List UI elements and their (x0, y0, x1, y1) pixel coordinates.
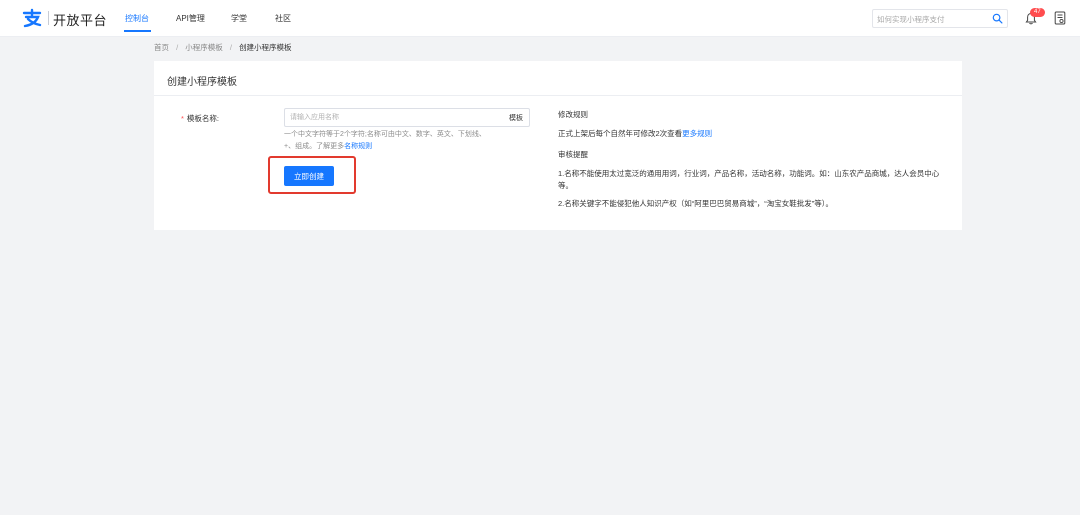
modify-rules-heading: 修改规则 (558, 110, 588, 119)
brand-title[interactable]: 开放平台 (53, 10, 107, 29)
rules-panel: 修改规则 正式上架后每个自然年可修改2次查看更多规则 审核提醒 1.名称不能使用… (558, 109, 948, 208)
alipay-logo-icon[interactable] (22, 8, 42, 28)
template-name-label-text: 模板名称: (186, 114, 220, 123)
breadcrumb-current: 创建小程序模板 (239, 43, 292, 52)
nav-console[interactable]: 控制台 (125, 13, 149, 24)
template-name-label: * 模板名称: (181, 113, 219, 124)
breadcrumb-templates[interactable]: 小程序模板 (185, 43, 223, 52)
help-line-1: 一个中文字符等于2个字符;名称可由中文、数字、英文、下划线、 (284, 131, 486, 138)
template-name-input[interactable] (290, 111, 490, 124)
template-name-field: 模板 (284, 108, 530, 127)
breadcrumb-home[interactable]: 首页 (154, 43, 169, 52)
nav-active-indicator (124, 30, 151, 32)
review-rule-2: 2.名称关键字不能侵犯他人知识产权（如“阿里巴巴贸易商城”，“淘宝女鞋批发”等）… (558, 199, 833, 208)
review-reminder-block: 审核提醒 1.名称不能使用太过宽泛的通用用词，行业词，产品名称，活动名称，功能词… (558, 149, 948, 216)
name-help-text: 一个中文字符等于2个字符;名称可由中文、数字、英文、下划线、 +、组成。了解更多… (284, 129, 524, 153)
required-mark: * (181, 114, 184, 123)
modify-rules-text: 正式上架后每个自然年可修改2次查看更多规则 (558, 128, 948, 140)
review-rule-1: 1.名称不能使用太过宽泛的通用用词，行业词，产品名称，活动名称，功能词。如：山东… (558, 169, 940, 190)
more-rules-link[interactable]: 更多规则 (682, 129, 712, 138)
search-icon[interactable] (992, 13, 1003, 24)
breadcrumb: 首页 / 小程序模板 / 创建小程序模板 (154, 42, 297, 53)
card-divider (154, 95, 962, 96)
help-line-2: +、组成。了解更多名称规则 (284, 141, 524, 153)
nav-community[interactable]: 社区 (275, 13, 291, 24)
nav-academy[interactable]: 学堂 (231, 13, 247, 24)
page-title: 创建小程序模板 (167, 77, 237, 88)
notification-badge: 47 (1030, 8, 1045, 17)
create-now-button[interactable]: 立即创建 (284, 166, 334, 186)
document-icon[interactable] (1054, 11, 1066, 25)
template-name-suffix: 模板 (509, 115, 523, 122)
top-navigation-bar: 开放平台 控制台 API管理 学堂 社区 47 (0, 0, 1080, 37)
search-input[interactable] (877, 12, 985, 26)
create-template-card: 创建小程序模板 *模板名称: 模板 一个中文字符等于2个字符;名称可由中文、数字… (154, 61, 962, 230)
name-rules-link[interactable]: 名称规则 (344, 143, 372, 150)
breadcrumb-separator: / (229, 43, 232, 52)
breadcrumb-separator: / (176, 43, 179, 52)
search-box (872, 9, 1008, 28)
review-reminder-heading: 审核提醒 (558, 150, 588, 159)
nav-api-management[interactable]: API管理 (176, 13, 205, 24)
help-line-2-text: +、组成。了解更多 (284, 143, 345, 150)
modify-rules-desc: 正式上架后每个自然年可修改2次查看 (558, 129, 683, 138)
logo-divider (48, 11, 49, 25)
